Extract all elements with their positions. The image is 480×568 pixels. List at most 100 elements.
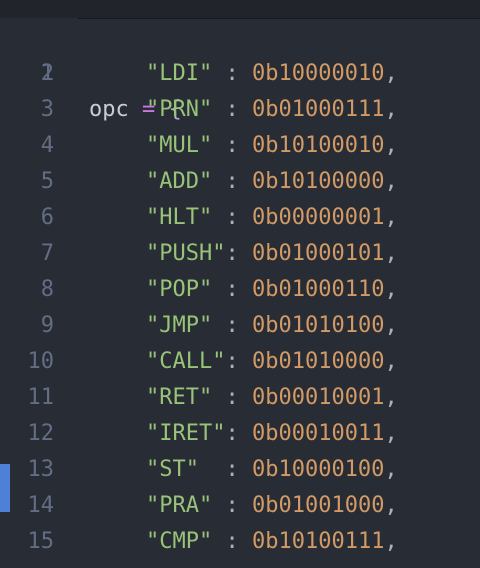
colon-separator: : (212, 529, 252, 554)
opcode-key-string: "CMP" (146, 529, 213, 554)
colon-separator: : (212, 385, 252, 410)
code-line[interactable]: 14 "PRA" : 0b01001000, (0, 488, 480, 524)
opcode-binary-value: 0b10100010 (251, 133, 385, 158)
line-number: 5 (40, 169, 54, 194)
opcode-key-string: "CALL" (146, 349, 226, 374)
code-line[interactable]: 3 "PRN" : 0b01000111, (0, 92, 480, 128)
code-text[interactable]: "CMP" : 0b10100111, (89, 524, 398, 560)
code-line[interactable]: 15 "CMP" : 0b10100111, (0, 524, 480, 560)
line-number: 8 (40, 277, 54, 302)
comma: , (384, 529, 398, 554)
code-line[interactable]: 1 opc = { (0, 20, 480, 122)
line-number: 3 (40, 97, 54, 122)
colon-separator: : (212, 277, 252, 302)
opcode-binary-value: 0b01010100 (251, 313, 385, 338)
code-text[interactable]: "CALL": 0b01010000, (89, 344, 398, 380)
opcode-binary-value: 0b00010011 (251, 421, 385, 446)
opcode-binary-value: 0b01001000 (251, 493, 385, 518)
comma: , (384, 133, 398, 158)
comma: , (384, 277, 398, 302)
opcode-binary-value: 0b10000100 (251, 457, 385, 482)
line-number: 7 (40, 241, 54, 266)
code-text[interactable]: "JMP" : 0b01010100, (89, 308, 398, 344)
line-number: 10 (27, 349, 55, 374)
opcode-binary-value: 0b01000111 (251, 97, 385, 122)
line-number: 15 (27, 529, 55, 554)
code-line[interactable]: 5 "ADD" : 0b10100000, (0, 164, 480, 200)
line-number: 2 (40, 61, 54, 86)
comma: , (384, 421, 398, 446)
line-number: 14 (27, 493, 55, 518)
code-line[interactable]: 4 "MUL" : 0b10100010, (0, 128, 480, 164)
opcode-binary-value: 0b01000110 (251, 277, 385, 302)
opcode-key-string: "MUL" (146, 133, 213, 158)
line-number: 4 (40, 133, 54, 158)
code-text[interactable]: "MUL" : 0b10100010, (89, 128, 398, 164)
code-line[interactable]: 13 "ST" : 0b10000100, (0, 452, 480, 488)
colon-separator: : (212, 313, 252, 338)
comma: , (384, 169, 398, 194)
code-text[interactable]: "RET" : 0b00010001, (89, 380, 398, 416)
code-line[interactable]: 11 "RET" : 0b00010001, (0, 380, 480, 416)
code-line[interactable]: 12 "IRET": 0b00010011, (0, 416, 480, 452)
opcode-key-string: "HLT" (146, 205, 213, 230)
code-line[interactable]: 7 "PUSH": 0b01000101, (0, 236, 480, 272)
opcode-key-string: "PUSH" (146, 241, 226, 266)
colon-separator: : (198, 457, 252, 482)
comma: , (384, 97, 398, 122)
code-editor[interactable]: 1 opc = { 2 "LDI" : 0b10000010, 3 "PRN" : 0… (0, 0, 480, 568)
code-text[interactable]: "ADD" : 0b10100000, (89, 164, 398, 200)
code-line[interactable]: 2 "LDI" : 0b10000010, (0, 56, 480, 92)
code-text[interactable]: "IRET": 0b00010011, (89, 416, 398, 452)
editor-top-bar (0, 0, 480, 19)
opcode-binary-value: 0b00000001 (251, 205, 385, 230)
code-text[interactable]: "PRN" : 0b01000111, (89, 92, 398, 128)
line-number: 6 (40, 205, 54, 230)
code-line[interactable]: 6 "HLT" : 0b00000001, (0, 200, 480, 236)
colon-separator: : (212, 169, 252, 194)
opcode-binary-value: 0b01000101 (251, 241, 385, 266)
colon-separator: : (212, 97, 252, 122)
code-text[interactable]: "ST" : 0b10000100, (89, 452, 398, 488)
opcode-key-string: "LDI" (146, 61, 213, 86)
colon-separator: : (212, 493, 252, 518)
comma: , (384, 385, 398, 410)
line-number: 12 (27, 421, 55, 446)
colon-separator: : (225, 349, 252, 374)
colon-separator: : (212, 133, 252, 158)
opcode-binary-value: 0b10100111 (251, 529, 385, 554)
colon-separator: : (225, 241, 252, 266)
code-line[interactable]: 9 "JMP" : 0b01010100, (0, 308, 480, 344)
line-number: 9 (40, 313, 54, 338)
opcode-key-string: "ADD" (146, 169, 213, 194)
code-text[interactable]: "LDI" : 0b10000010, (89, 56, 398, 92)
opcode-key-string: "RET" (146, 385, 213, 410)
opcode-binary-value: 0b00010001 (251, 385, 385, 410)
code-text[interactable]: "POP" : 0b01000110, (89, 272, 398, 308)
opcode-key-string: "PRA" (146, 493, 213, 518)
comma: , (384, 313, 398, 338)
code-line[interactable]: 10 "CALL": 0b01010000, (0, 344, 480, 380)
code-text[interactable]: "PUSH": 0b01000101, (89, 236, 398, 272)
code-text[interactable]: "PRA" : 0b01001000, (89, 488, 398, 524)
code-lines[interactable]: 1 opc = { 2 "LDI" : 0b10000010, 3 "PRN" : 0… (0, 20, 480, 560)
line-number: 13 (27, 457, 55, 482)
comma: , (384, 349, 398, 374)
opcode-key-string: "IRET" (146, 421, 226, 446)
opcode-binary-value: 0b01010000 (251, 349, 385, 374)
opcode-key-string: "JMP" (146, 313, 213, 338)
opcode-key-string: "POP" (146, 277, 213, 302)
opcode-binary-value: 0b10100000 (251, 169, 385, 194)
comma: , (384, 241, 398, 266)
comma: , (384, 205, 398, 230)
line-number: 11 (27, 385, 55, 410)
comma: , (384, 457, 398, 482)
comma: , (384, 493, 398, 518)
opcode-key-string: "PRN" (146, 97, 213, 122)
code-line[interactable]: 8 "POP" : 0b01000110, (0, 272, 480, 308)
comma: , (384, 61, 398, 86)
colon-separator: : (225, 421, 252, 446)
opcode-key-string: "ST" (146, 457, 199, 482)
code-text[interactable]: "HLT" : 0b00000001, (89, 200, 398, 236)
colon-separator: : (212, 61, 252, 86)
